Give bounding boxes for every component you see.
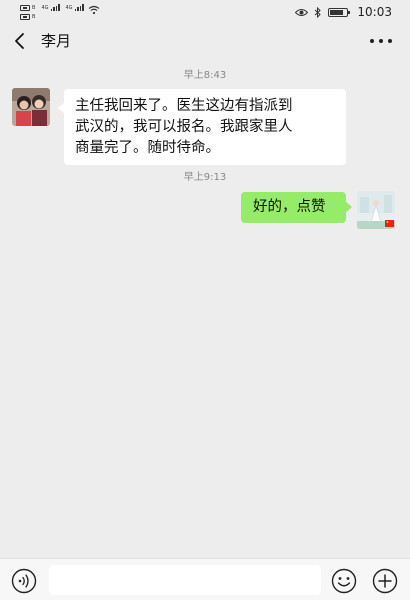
input-bar: [0, 558, 410, 600]
network2-label: 4G: [65, 4, 73, 11]
status-time: 10:03: [357, 5, 392, 19]
sim2-label: B: [32, 13, 36, 20]
voice-icon[interactable]: [11, 568, 37, 594]
message-text: 好的，点赞: [253, 199, 326, 215]
battery-level: [330, 9, 344, 15]
sim-icon: [20, 13, 30, 20]
user-avatar[interactable]: [357, 191, 395, 229]
signal-icon: [74, 4, 84, 11]
contact-avatar[interactable]: [12, 88, 50, 126]
bluetooth-icon: [315, 6, 322, 18]
chat-title: 李月: [41, 32, 72, 50]
chat-header: 李月: [0, 26, 410, 56]
sim-icon: [20, 4, 30, 11]
incoming-message-bubble[interactable]: 主任我回来了。医生这边有指派到 武汉的，我可以报名。我跟家里人 商量完了。随时待…: [58, 89, 346, 165]
wifi-icon: [88, 5, 100, 15]
signal-icon: [50, 4, 60, 11]
chat-screen: B 4G 4G B 10:03 李月 早上8:43 主任我回来了。医生这边有指派…: [0, 0, 410, 600]
sim1-label: B: [32, 4, 36, 11]
message-input[interactable]: [49, 565, 321, 595]
chevron-left-icon[interactable]: [10, 31, 30, 51]
more-dots-icon[interactable]: [368, 34, 394, 48]
message-timestamp: 早上9:13: [183, 172, 227, 183]
plus-icon[interactable]: [372, 568, 398, 594]
message-timestamp: 早上8:43: [183, 70, 227, 81]
outgoing-message-bubble[interactable]: 好的，点赞: [241, 192, 352, 223]
eye-icon: [295, 8, 309, 16]
emoji-icon[interactable]: [331, 568, 357, 594]
message-line: 主任我回来了。医生这边有指派到: [75, 98, 293, 114]
status-bar: B 4G 4G B 10:03: [0, 0, 410, 24]
message-line: 商量完了。随时待命。: [75, 140, 220, 156]
network1-label: 4G: [41, 4, 49, 11]
message-line: 武汉的，我可以报名。我跟家里人: [75, 119, 293, 135]
battery-icon: [328, 7, 351, 17]
